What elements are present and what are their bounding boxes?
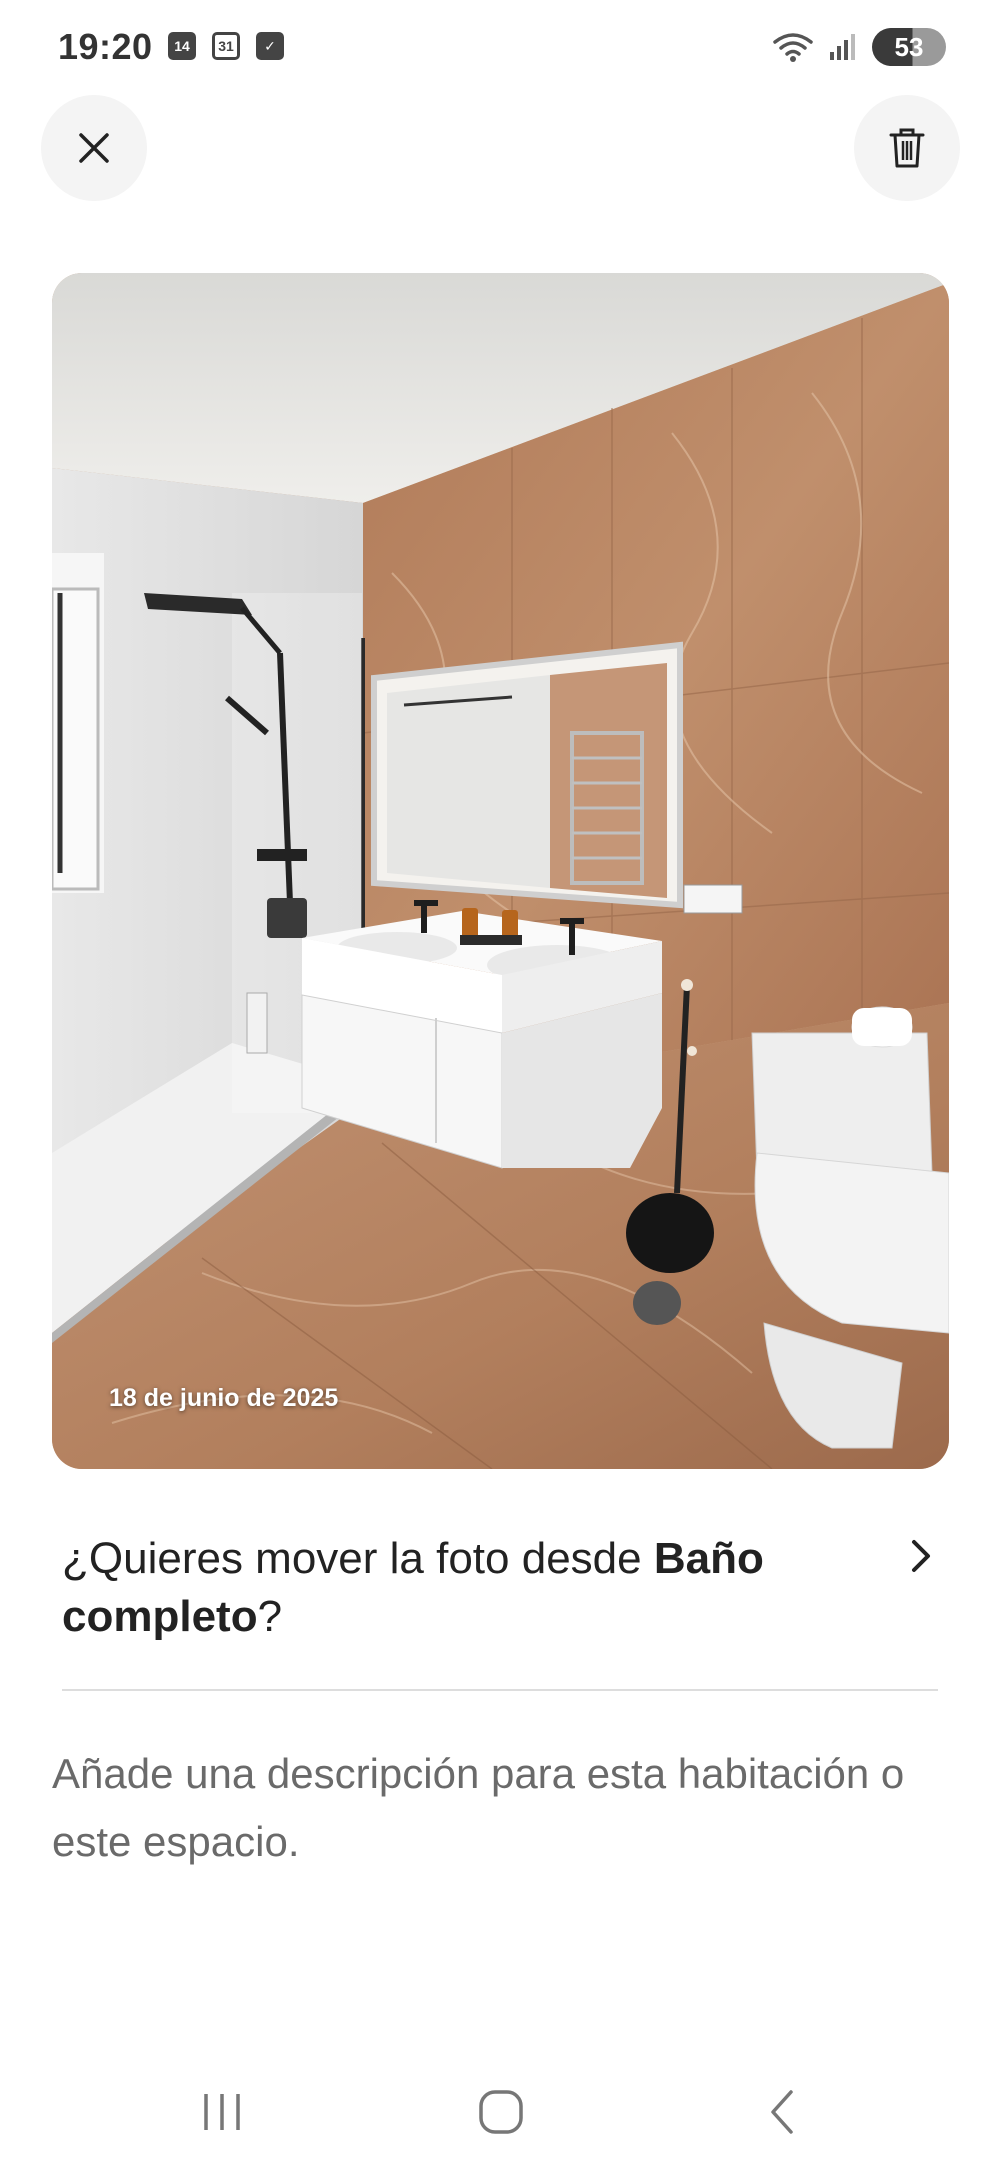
- move-prompt-suffix: ?: [257, 1592, 283, 1641]
- close-icon: [79, 133, 109, 163]
- photo-date: 18 de junio de 2025: [109, 1384, 339, 1412]
- signal-icon: [830, 34, 855, 60]
- notification-icons: 14 31 ✓: [168, 32, 284, 60]
- recents-button[interactable]: [182, 2080, 262, 2144]
- navigation-bar: [0, 2060, 1000, 2167]
- back-icon: [771, 2090, 793, 2134]
- home-icon: [479, 2090, 523, 2134]
- checkbox-notification-icon: ✓: [256, 32, 284, 60]
- back-button[interactable]: [742, 2080, 822, 2144]
- status-time: 19:20: [58, 26, 153, 67]
- close-button[interactable]: [41, 95, 147, 201]
- battery-indicator: 53: [872, 28, 946, 66]
- wifi-icon: [773, 33, 813, 62]
- chevron-right-icon: [912, 1540, 930, 1572]
- system-icons: 53: [772, 28, 946, 66]
- calendar-date-icon: 31: [212, 32, 240, 60]
- trash-icon: [889, 128, 925, 168]
- recents-icon: [204, 2094, 240, 2130]
- status-bar: 19:20 14 31 ✓ 53: [0, 0, 1000, 96]
- move-photo-row[interactable]: ¿Quieres mover la foto desde Baño comple…: [62, 1530, 940, 1646]
- divider: [62, 1689, 938, 1691]
- move-photo-text: ¿Quieres mover la foto desde Baño comple…: [62, 1530, 862, 1646]
- home-button[interactable]: [461, 2080, 541, 2144]
- move-prompt-prefix: ¿Quieres mover la foto desde: [62, 1534, 654, 1583]
- delete-photo-button[interactable]: [854, 95, 960, 201]
- room-photo[interactable]: 18 de junio de 2025: [52, 273, 949, 1469]
- calendar-notification-icon: 14: [168, 32, 196, 60]
- bathroom-photo-illustration: [52, 273, 949, 1469]
- description-field[interactable]: Añade una descripción para esta habitaci…: [52, 1740, 952, 1876]
